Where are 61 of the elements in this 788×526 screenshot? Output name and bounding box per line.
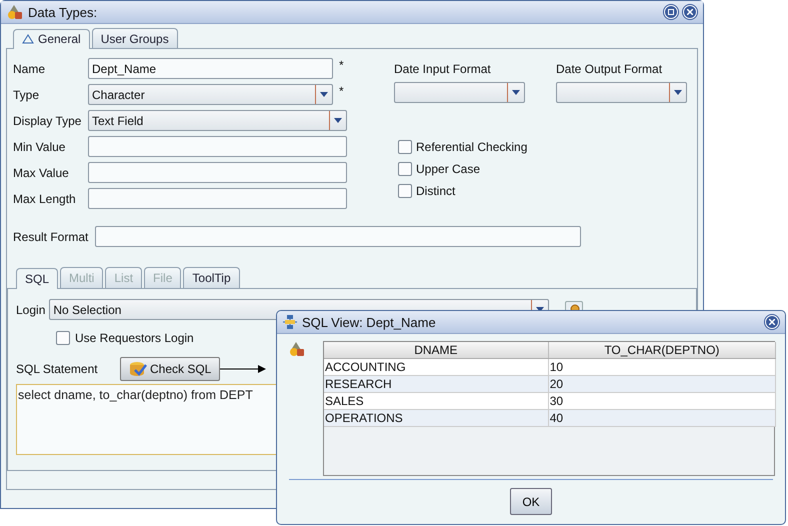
- caret-icon: [674, 90, 682, 96]
- shapes-icon: [289, 341, 305, 357]
- triangle-icon: [22, 34, 34, 44]
- square-icon: [668, 9, 674, 15]
- tab[interactable]: General: [13, 29, 90, 49]
- ok-button[interactable]: OK: [510, 488, 552, 515]
- input-field[interactable]: Dept_Name: [88, 58, 333, 79]
- table-cell: 40: [548, 410, 776, 426]
- checkbox-label: Use Requestors Login: [75, 331, 194, 345]
- field-label: Name: [13, 62, 46, 76]
- caret-icon: [512, 90, 520, 96]
- database-check-icon: [129, 361, 147, 377]
- checkbox-label: Upper Case: [416, 162, 480, 176]
- input-field[interactable]: [88, 136, 347, 157]
- input-field[interactable]: [88, 188, 347, 209]
- window-title: Data Types:: [28, 4, 98, 20]
- field-label: Date Output Format: [556, 62, 664, 76]
- tab[interactable]: ToolTip: [183, 267, 240, 288]
- close-button[interactable]: [765, 315, 779, 329]
- tab[interactable]: User Groups: [92, 28, 178, 48]
- close-icon: [687, 9, 693, 15]
- field-label: Date Input Format: [394, 62, 492, 76]
- input-field[interactable]: [88, 162, 347, 183]
- field-label: Max Value: [13, 166, 70, 180]
- shapes-icon: [7, 4, 23, 20]
- table-cell: 10: [548, 358, 776, 376]
- field-label: Type: [13, 88, 40, 102]
- restore-button[interactable]: [664, 5, 678, 19]
- checkbox[interactable]: [398, 184, 412, 198]
- field-label: SQL Statement: [16, 362, 99, 376]
- caret-icon: [320, 92, 328, 98]
- dropdown[interactable]: Text Field: [88, 110, 347, 131]
- field-label: Display Type: [13, 114, 82, 128]
- close-icon: [769, 319, 775, 325]
- table-cell: OPERATIONS: [324, 410, 548, 426]
- check-sql-button[interactable]: Check SQL: [120, 357, 220, 381]
- tab[interactable]: SQL: [16, 268, 58, 289]
- column-header: TO_CHAR(DEPTNO): [548, 342, 776, 358]
- caret-icon: [334, 118, 342, 124]
- required-marker: *: [339, 84, 344, 98]
- table-cell: 20: [548, 376, 776, 392]
- table-cell: RESEARCH: [324, 376, 548, 392]
- table-cell: 30: [548, 392, 776, 410]
- field-label: Min Value: [13, 140, 66, 154]
- checkbox[interactable]: [398, 162, 412, 176]
- checkbox-label: Distinct: [416, 184, 456, 198]
- checkbox[interactable]: [56, 331, 70, 345]
- close-button[interactable]: [683, 5, 697, 19]
- checkbox[interactable]: [398, 140, 412, 154]
- diagram-icon: [283, 315, 297, 329]
- required-marker: *: [339, 58, 344, 72]
- arrow: [220, 364, 268, 374]
- column-header: DNAME: [324, 342, 548, 358]
- field-label: Login: [16, 302, 46, 316]
- input-field[interactable]: [95, 226, 581, 247]
- field-label: Max Length: [13, 192, 77, 206]
- checkbox-label: Referential Checking: [416, 140, 528, 154]
- dropdown[interactable]: Character: [88, 84, 333, 105]
- table-cell: ACCOUNTING: [324, 358, 548, 376]
- table-cell: SALES: [324, 392, 548, 410]
- field-label: Result Format: [13, 230, 90, 244]
